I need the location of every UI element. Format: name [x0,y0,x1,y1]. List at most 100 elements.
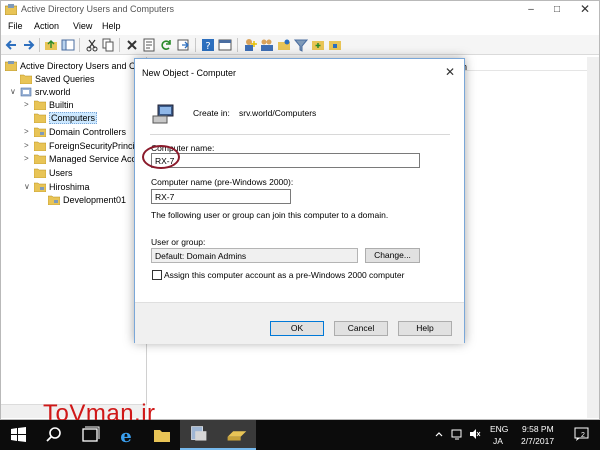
clock-time[interactable]: 9:58 PM [522,424,554,434]
pre2000-computer-checkbox[interactable] [152,270,162,280]
window-title: Active Directory Users and Computers [21,4,175,14]
start-windows-icon[interactable] [0,420,36,450]
collapse-chevron-icon[interactable]: ∨ [10,86,18,98]
clock-date[interactable]: 2/7/2017 [521,436,554,446]
export-list-icon[interactable] [176,38,190,52]
server-manager-icon[interactable] [180,420,216,450]
create-in-value: srv.world/Computers [239,108,317,118]
menu-action[interactable]: Action [34,21,59,31]
search-icon[interactable] [36,420,72,450]
ou-folder-icon [34,182,46,192]
computer-icon [152,104,174,124]
details-vertical-scrollbar[interactable] [587,57,599,418]
menu-file[interactable]: File [8,21,23,31]
add-to-group-icon[interactable] [311,38,325,52]
dialog-close-button[interactable]: ✕ [445,65,455,79]
tree-item-label: srv.world [35,87,71,97]
volume-muted-icon[interactable] [469,428,481,440]
computer-name-input[interactable]: RX-7 [151,153,420,168]
minimize-button[interactable]: – [518,1,544,19]
tree-item-hiroshima[interactable]: ∨ Hiroshima [24,181,90,193]
pre2000-computer-checkbox-label[interactable]: Assign this computer account as a pre-Wi… [164,270,404,280]
console-icon[interactable] [218,38,232,52]
join-domain-note: The following user or group can join thi… [151,210,389,220]
folder-icon [34,154,46,164]
delete-icon[interactable] [125,38,139,52]
back-icon[interactable] [5,38,19,52]
refresh-icon[interactable] [159,38,173,52]
active-directory-icon [5,4,17,15]
help-button[interactable]: Help [398,321,452,336]
user-or-group-label: User or group: [151,237,206,247]
input-language-top[interactable]: ENG [490,424,508,434]
tree-item-saved-queries[interactable]: Saved Queries [20,73,95,85]
dialog-title-bar[interactable]: New Object - Computer ✕ [135,59,464,85]
folder-icon [34,113,46,123]
properties-icon[interactable] [142,38,156,52]
delegate-control-icon[interactable] [328,38,342,52]
copy-icon[interactable] [101,38,115,52]
tree-item-domain[interactable]: ∨ srv.world [10,86,71,98]
collapse-chevron-icon[interactable]: ∨ [24,181,32,193]
chevron-up-icon[interactable] [434,429,444,439]
svg-text:?: ? [205,41,210,52]
menu-help[interactable]: Help [102,21,121,31]
tree-item-label: Domain Controllers [49,127,127,137]
tree-item-label: Hiroshima [49,182,90,192]
cut-icon[interactable] [85,38,99,52]
up-folder-icon[interactable] [44,38,58,52]
forward-icon[interactable] [21,38,35,52]
menu-bar: File Action View Help [1,19,599,35]
active-directory-taskbar-icon[interactable] [216,420,256,450]
folder-icon [34,100,46,110]
svg-text:e: e [120,426,131,447]
task-view-icon[interactable] [72,420,108,450]
user-or-group-field: Default: Domain Admins [151,248,358,263]
file-explorer-icon[interactable] [144,420,180,450]
help-icon[interactable]: ? [201,38,215,52]
new-ou-icon[interactable] [277,38,291,52]
show-hide-tree-icon[interactable] [61,38,75,52]
taskbar: e ENG JA 9:58 PM 2/7/2017 2 [0,420,600,450]
tree-item-label: Users [49,168,73,178]
ou-folder-icon [34,127,46,137]
expand-chevron-icon[interactable]: > [24,126,32,138]
tree-item-label: Saved Queries [35,74,95,84]
toolbar-separator [39,38,40,52]
new-user-icon[interactable] [243,38,257,52]
internet-explorer-icon[interactable]: e [108,420,144,450]
tree-item-managed-service[interactable]: > Managed Service Acco [24,153,141,165]
expand-chevron-icon[interactable]: > [24,99,32,111]
toolbar-separator [79,38,80,52]
domain-icon [20,87,32,96]
close-button[interactable]: ✕ [572,1,598,19]
expand-chevron-icon[interactable]: > [24,140,32,152]
tree-item-computers[interactable]: Computers [34,112,98,124]
new-object-computer-dialog: New Object - Computer ✕ Create in: srv.w… [134,58,465,344]
tree-item-builtin[interactable]: > Builtin [24,99,74,111]
pre2000-name-input[interactable]: RX-7 [151,189,291,204]
menu-view[interactable]: View [73,21,92,31]
tree-item-foreign-security[interactable]: > ForeignSecurityPrincip [24,140,140,152]
change-button[interactable]: Change... [365,248,420,263]
create-in-label: Create in: [193,108,230,118]
input-language-bottom[interactable]: JA [493,436,503,446]
tree-item-development01[interactable]: Development01 [48,194,126,206]
filter-icon[interactable] [294,38,308,52]
tree-item-label: ForeignSecurityPrincip [49,141,140,151]
directory-icon [5,60,17,71]
title-bar[interactable]: Active Directory Users and Computers – □… [1,1,599,19]
maximize-button[interactable]: □ [544,1,570,19]
new-group-icon[interactable] [260,38,274,52]
folder-icon [34,141,46,151]
tree-item-users[interactable]: Users [34,167,73,179]
tree-root[interactable]: Active Directory Users and Com [5,60,146,72]
annotation-circle [142,145,180,169]
folder-icon [34,168,46,178]
notifications-count: 2 [581,432,585,439]
expand-chevron-icon[interactable]: > [24,153,32,165]
cancel-button[interactable]: Cancel [334,321,388,336]
tree-item-domain-controllers[interactable]: > Domain Controllers [24,126,127,138]
ok-button[interactable]: OK [270,321,324,336]
network-icon[interactable] [451,428,463,440]
